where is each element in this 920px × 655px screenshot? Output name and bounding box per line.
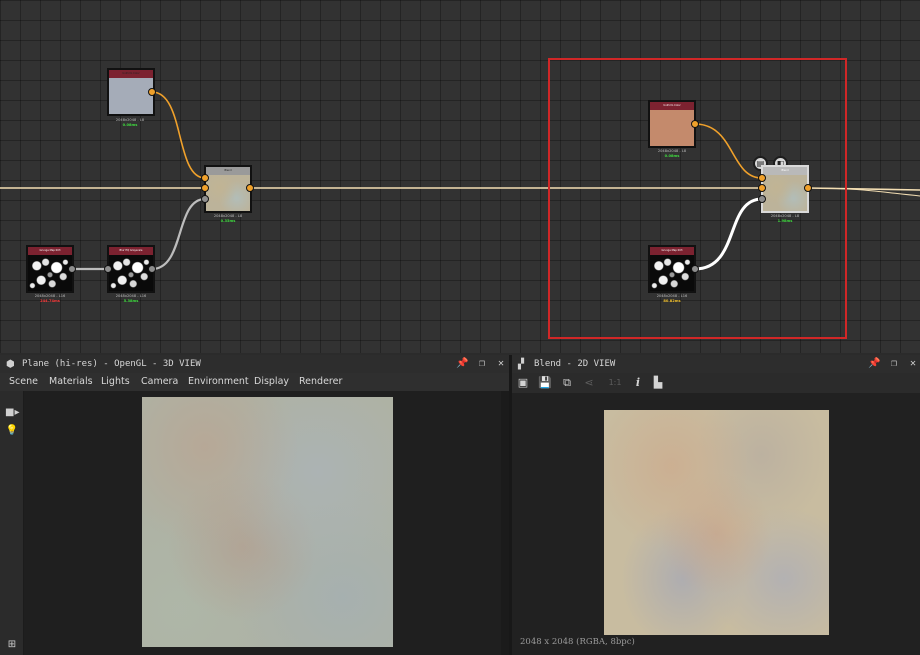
node-title: Blend <box>224 169 232 172</box>
lightbulb-icon[interactable]: 💡 <box>5 425 19 437</box>
input-port-background[interactable] <box>201 184 209 192</box>
node-header: Uniform Color <box>650 102 694 110</box>
node-grunge-map-2[interactable]: Grunge Map 003 <box>648 245 696 293</box>
histogram-icon[interactable]: ▙ <box>651 376 665 390</box>
close-icon[interactable]: ✕ <box>907 355 919 373</box>
node-uniform-color-2[interactable]: Uniform Color <box>648 100 696 148</box>
node-title: Uniform Color <box>663 104 681 107</box>
node-thumbnail <box>650 255 694 291</box>
zoom-label: 1:1 <box>608 378 622 387</box>
float-window-icon[interactable]: ❐ <box>476 355 488 373</box>
node-resolution: 2048x2048 - L16 <box>656 294 688 298</box>
node-resolution: 2048x2048 - L16 <box>115 294 147 298</box>
input-port-foreground[interactable] <box>758 174 766 182</box>
node-header: Blend <box>763 167 807 175</box>
3d-view-scrollbar[interactable] <box>501 391 509 655</box>
save-icon[interactable]: 💾 <box>538 376 552 390</box>
wire-uc1-blend1 <box>151 91 206 179</box>
2d-view-toolbar: ▣ 💾 ⧉ ⋖ 1:1 ⌄ i ▙ <box>512 373 920 401</box>
output-port[interactable] <box>691 120 699 128</box>
image-info: 2048 x 2048 (RGBA, 8bpc) <box>520 637 635 647</box>
copy-icon[interactable]: ⧉ <box>560 376 574 390</box>
node-time: 80.82ms <box>663 299 681 303</box>
close-icon[interactable]: ✕ <box>495 355 507 373</box>
node-time: 0.35ms <box>220 219 236 223</box>
node-resolution: 2048x2048 - L16 <box>34 294 66 298</box>
node-resolution: 2048x2048 - L8 <box>657 149 687 153</box>
float-window-icon[interactable]: ❐ <box>888 355 900 373</box>
node-time: 244.74ms <box>40 299 60 303</box>
menu-materials[interactable]: Materials <box>49 373 93 391</box>
camera-icon[interactable]: ■▸ <box>5 407 19 419</box>
zoom-icon[interactable]: 1:1 ⌄ <box>604 376 626 401</box>
node-resolution: 2048x2048 - L8 <box>115 118 145 122</box>
node-title: Grunge Map 003 <box>661 249 683 252</box>
input-port-foreground[interactable] <box>201 174 209 182</box>
node-time: 0.08ms <box>664 154 680 158</box>
output-port[interactable] <box>691 265 699 273</box>
menu-scene[interactable]: Scene <box>9 373 38 391</box>
node-time: 5.38ms <box>123 299 139 303</box>
hierarchy-icon[interactable]: ⊞ <box>5 639 19 651</box>
node-header: Grunge Map 003 <box>650 247 694 255</box>
pin-icon[interactable]: 📌 <box>456 355 468 373</box>
node-graph[interactable]: Uniform Color 2048x2048 - L8 0.08ms Blen… <box>0 0 920 353</box>
panel-title-bar: ⬢ Plane (hi-res) - OpenGL - 3D VIEW 📌 ❐ … <box>0 355 509 373</box>
node-header: Uniform Color <box>109 70 153 78</box>
output-port[interactable] <box>246 184 254 192</box>
display-icon[interactable]: ▣ <box>516 376 530 390</box>
node-blend-2[interactable]: Blend <box>761 165 809 213</box>
node-resolution: 2048x2048 - L8 <box>213 214 243 218</box>
info-icon[interactable]: i <box>631 376 645 390</box>
node-time: 0.08ms <box>122 123 138 127</box>
node-title: Grunge Map 003 <box>39 249 61 252</box>
node-header: Grunge Map 003 <box>28 247 72 255</box>
node-header: Blend <box>206 167 250 175</box>
node-grunge-map-1[interactable]: Grunge Map 003 <box>26 245 74 293</box>
node-title: Uniform Color <box>122 72 140 75</box>
menu-lights[interactable]: Lights <box>101 373 130 391</box>
menu-renderer[interactable]: Renderer <box>299 373 342 391</box>
node-title: Blend <box>781 169 789 172</box>
node-resolution: 2048x2048 - L8 <box>770 214 800 218</box>
input-port-background[interactable] <box>758 184 766 192</box>
output-port[interactable] <box>148 265 156 273</box>
output-port[interactable] <box>68 265 76 273</box>
checker-icon: ▞ <box>518 359 525 370</box>
3d-preview-plane[interactable] <box>142 397 393 647</box>
share-icon[interactable]: ⋖ <box>582 376 596 390</box>
output-port[interactable] <box>148 88 156 96</box>
input-port-mask[interactable] <box>201 195 209 203</box>
node-thumbnail <box>206 175 250 211</box>
3d-view-sidebar: ■▸ 💡 ⊞ <box>0 391 24 655</box>
input-port[interactable] <box>104 265 112 273</box>
panel-title: Blend - 2D VIEW <box>534 359 616 369</box>
panel-title-bar: ▞ Blend - 2D VIEW 📌 ❐ ✕ <box>512 355 920 373</box>
node-thumbnail <box>763 175 807 211</box>
menu-display[interactable]: Display <box>254 373 289 391</box>
node-thumbnail <box>109 255 153 291</box>
panel-title: Plane (hi-res) - OpenGL - 3D VIEW <box>22 359 201 369</box>
2d-preview-image[interactable] <box>604 410 829 635</box>
output-port[interactable] <box>804 184 812 192</box>
node-thumbnail <box>28 255 72 291</box>
node-blend-1[interactable]: Blend <box>204 165 252 213</box>
input-port-mask[interactable] <box>758 195 766 203</box>
cube-icon: ⬢ <box>6 359 15 370</box>
wire-blur-blend1 <box>151 197 206 271</box>
pin-icon[interactable]: 📌 <box>868 355 880 373</box>
node-thumbnail <box>650 110 694 146</box>
node-thumbnail <box>109 78 153 114</box>
menu-camera[interactable]: Camera <box>141 373 178 391</box>
menu-environment[interactable]: Environment <box>188 373 249 391</box>
3d-view-menubar: Scene Materials Lights Camera Environmen… <box>0 373 509 391</box>
node-time: 1.98ms <box>777 219 793 223</box>
node-title: Blur HQ Grayscale <box>119 249 143 252</box>
node-header: Blur HQ Grayscale <box>109 247 153 255</box>
